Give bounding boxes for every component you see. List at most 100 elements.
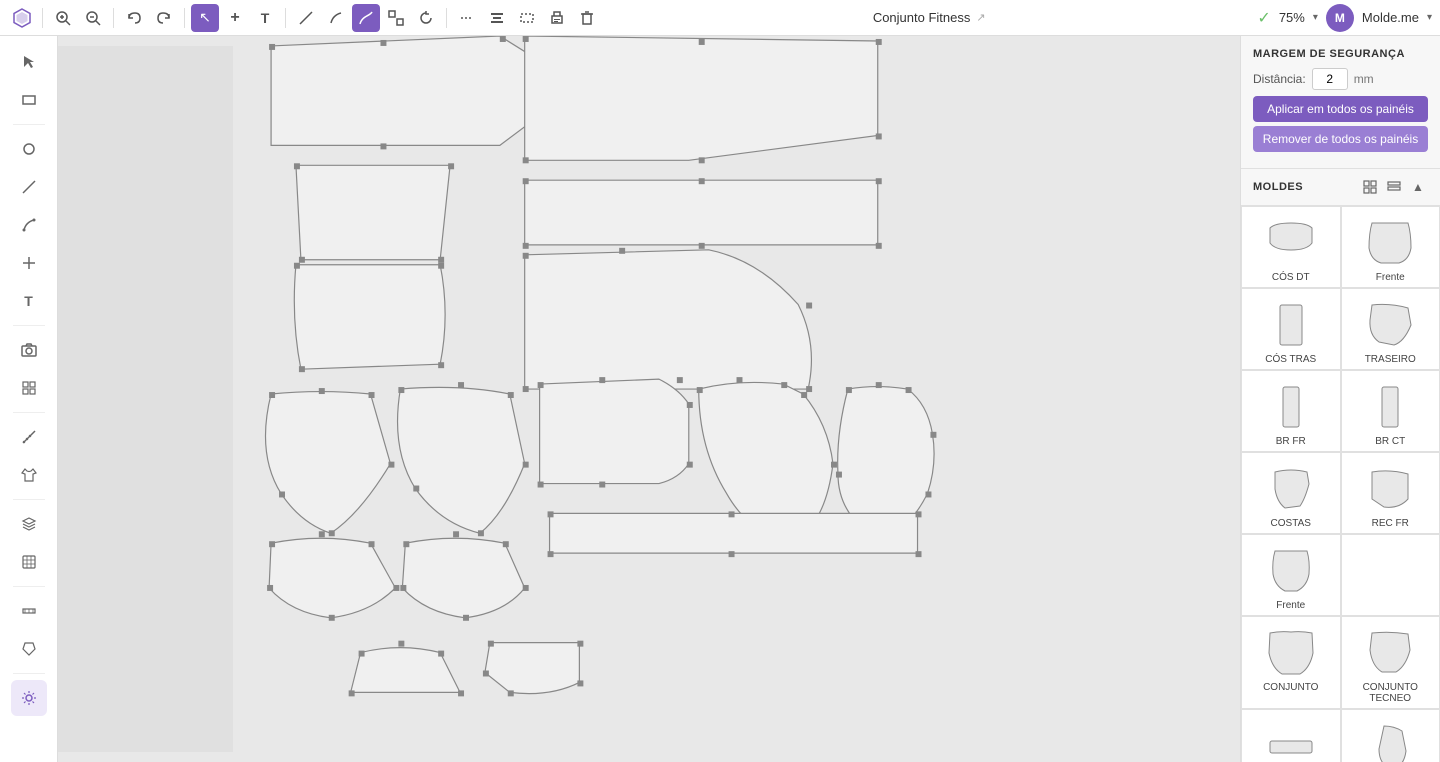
- sidebar-layers-tool[interactable]: [11, 506, 47, 542]
- apply-all-button[interactable]: Aplicar em todos os painéis: [1253, 96, 1428, 122]
- mold-leg[interactable]: [1341, 709, 1440, 762]
- remove-all-button[interactable]: Remover de todos os painéis: [1253, 126, 1428, 152]
- sidebar-circle-tool[interactable]: [11, 131, 47, 167]
- sidebar-camera-tool[interactable]: [11, 332, 47, 368]
- mold-conjunto[interactable]: CONJUNTO: [1241, 616, 1341, 709]
- sidebar-rect-tool[interactable]: [11, 82, 47, 118]
- moldes-grid: CÓS DT Frente CÓS TRAS: [1241, 206, 1440, 762]
- mold-frente2-label: Frente: [1276, 600, 1305, 611]
- mold-bottom-blank[interactable]: [1241, 709, 1341, 762]
- zoom-in-icon[interactable]: [49, 4, 77, 32]
- mold-traseiro-label: TRASEIRO: [1365, 354, 1416, 365]
- mold-costas-label: COSTAS: [1271, 518, 1311, 529]
- line-tool-icon[interactable]: [292, 4, 320, 32]
- mold-traseiro-thumb: [1360, 297, 1420, 352]
- redo-icon[interactable]: [150, 4, 178, 32]
- text-tool-icon[interactable]: T: [251, 4, 279, 32]
- zoom-value[interactable]: 75%: [1279, 10, 1305, 25]
- sidebar-add-point[interactable]: [11, 245, 47, 281]
- sidebar-fabric-tool[interactable]: [11, 544, 47, 580]
- delete-icon[interactable]: [573, 4, 601, 32]
- moldes-collapse-icon[interactable]: ▲: [1408, 177, 1428, 197]
- mold-conjunto-label: CONJUNTO: [1263, 682, 1318, 693]
- sidebar-pattern-tool[interactable]: [11, 631, 47, 667]
- moldes-grid-view-icon[interactable]: [1360, 177, 1380, 197]
- sidebar-cursor-tool[interactable]: [11, 44, 47, 80]
- save-status-icon: ✓: [1257, 8, 1270, 28]
- sidebar-settings-tool[interactable]: [11, 680, 47, 716]
- sep4: [285, 8, 286, 28]
- sidebar-seam-tool[interactable]: [11, 593, 47, 629]
- mold-conjunto-tecneo-thumb: [1360, 625, 1420, 680]
- sep2: [113, 8, 114, 28]
- left-sidebar: T: [0, 36, 58, 762]
- user-menu-chevron[interactable]: ▾: [1427, 12, 1432, 23]
- mold-br-ct-label: BR CT: [1375, 436, 1405, 447]
- moldes-controls: ▲: [1360, 177, 1428, 197]
- logo-icon[interactable]: [8, 4, 36, 32]
- mold-rec-fr-label: REC FR: [1372, 518, 1409, 529]
- distance-row: Distância: mm: [1253, 68, 1428, 90]
- sidebar-garment-tool[interactable]: [11, 457, 47, 493]
- distance-label: Distância:: [1253, 72, 1306, 86]
- mold-costas-thumb: [1261, 461, 1321, 516]
- sidebar-grid-tool[interactable]: [11, 370, 47, 406]
- canvas-area[interactable]: .piece { fill: #f0f0f0; stroke: #888; st…: [58, 36, 1240, 762]
- mold-blank[interactable]: [1341, 534, 1440, 616]
- sidebar-sep1: [13, 124, 45, 125]
- moldes-list-view-icon[interactable]: [1384, 177, 1404, 197]
- mold-cos-tras[interactable]: CÓS TRAS: [1241, 288, 1341, 370]
- mold-frente1[interactable]: Frente: [1341, 206, 1440, 288]
- rect-select-icon[interactable]: [513, 4, 541, 32]
- sidebar-line-tool[interactable]: [11, 169, 47, 205]
- mold-frente2[interactable]: Frente: [1241, 534, 1341, 616]
- distance-input[interactable]: [1312, 68, 1348, 90]
- curve-tool-icon[interactable]: [352, 4, 380, 32]
- mold-leg-thumb: [1360, 718, 1420, 762]
- sidebar-sep3: [13, 412, 45, 413]
- zoom-out-icon[interactable]: [79, 4, 107, 32]
- add-tool-icon[interactable]: +: [221, 4, 249, 32]
- mold-conjunto-tecneo[interactable]: CONJUNTO TECNEO: [1341, 616, 1440, 709]
- document-title: Conjunto Fitness: [873, 10, 971, 25]
- mold-costas[interactable]: COSTAS: [1241, 452, 1341, 534]
- mold-rec-fr-thumb: [1360, 461, 1420, 516]
- safety-margin-section: MARGEM DE SEGURANÇA Distância: mm Aplica…: [1241, 36, 1440, 169]
- mold-cos-dt[interactable]: CÓS DT: [1241, 206, 1341, 288]
- align-icon[interactable]: [483, 4, 511, 32]
- document-title-area: Conjunto Fitness ↗: [603, 10, 1255, 25]
- sep1: [42, 8, 43, 28]
- zoom-chevron-icon[interactable]: ▾: [1313, 12, 1318, 23]
- pen-tool-icon[interactable]: [322, 4, 350, 32]
- dash-tool1[interactable]: [453, 4, 481, 32]
- sidebar-pen-tool[interactable]: [11, 207, 47, 243]
- print-icon[interactable]: [543, 4, 571, 32]
- sidebar-text-tool[interactable]: T: [11, 283, 47, 319]
- user-name[interactable]: Molde.me: [1362, 10, 1419, 25]
- mold-conjunto-tecneo-label: CONJUNTO TECNEO: [1346, 682, 1436, 704]
- toolbar-right: ✓ 75% ▾ M Molde.me ▾: [1257, 4, 1432, 32]
- mold-cos-tras-label: CÓS TRAS: [1265, 354, 1316, 365]
- mold-conjunto-thumb: [1261, 625, 1321, 680]
- mold-traseiro[interactable]: TRASEIRO: [1341, 288, 1440, 370]
- mold-br-fr-thumb: [1261, 379, 1321, 434]
- sidebar-sep6: [13, 673, 45, 674]
- user-avatar[interactable]: M: [1326, 4, 1354, 32]
- mold-rec-fr[interactable]: REC FR: [1341, 452, 1440, 534]
- canvas-left-margin: [58, 46, 233, 752]
- mold-cos-tras-thumb: [1261, 297, 1321, 352]
- sep3: [184, 8, 185, 28]
- mold-br-fr[interactable]: BR FR: [1241, 370, 1341, 452]
- main-layout: T: [0, 36, 1440, 762]
- sidebar-sep5: [13, 586, 45, 587]
- undo-icon[interactable]: [120, 4, 148, 32]
- external-link-icon[interactable]: ↗: [976, 11, 985, 24]
- edit-nodes-icon[interactable]: [382, 4, 410, 32]
- pattern-canvas[interactable]: .piece { fill: #f0f0f0; stroke: #888; st…: [58, 36, 1240, 762]
- sidebar-measure-tool[interactable]: [11, 419, 47, 455]
- mold-br-ct[interactable]: BR CT: [1341, 370, 1440, 452]
- mold-cos-dt-label: CÓS DT: [1272, 272, 1310, 283]
- mold-bottom-blank-thumb: [1261, 718, 1321, 762]
- cursor-tool-icon[interactable]: ↖: [191, 4, 219, 32]
- refresh-icon[interactable]: [412, 4, 440, 32]
